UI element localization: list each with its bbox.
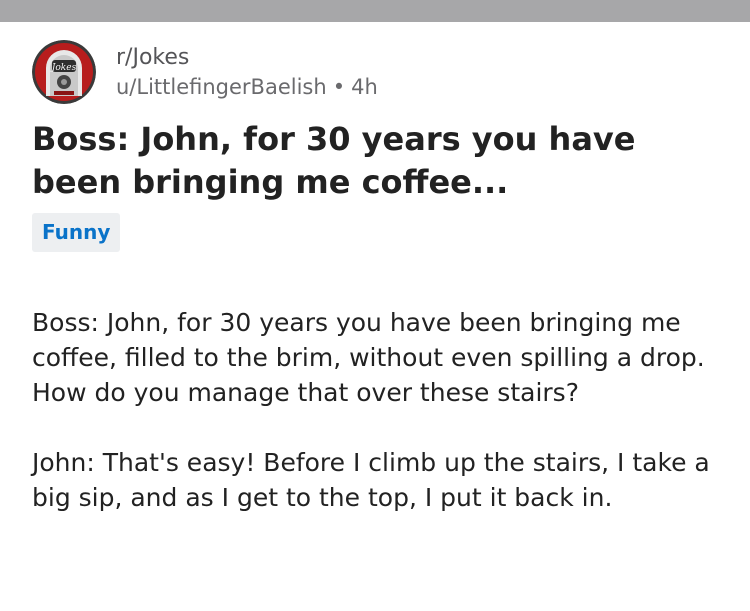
author-link[interactable]: u/LittlefingerBaelish [116,75,327,99]
post-title: Boss: John, for 30 years you have been b… [32,120,636,201]
post-age: 4h [351,75,378,99]
jokes-jukebox-icon: Jokes [32,40,96,104]
flair-badge[interactable]: Funny [32,213,121,252]
status-bar [0,0,750,22]
post-header: Jokes r/Jokes u/LittlefingerBaelish • 4h [32,40,378,104]
body-paragraph: Boss: John, for 30 years you have been b… [32,308,705,407]
post-byline: u/LittlefingerBaelish • 4h [116,73,378,101]
body-paragraph: John: That's easy! Before I climb up the… [32,448,710,512]
subreddit-avatar[interactable]: Jokes [32,40,96,104]
post-body: Boss: John, for 30 years you have been b… [32,305,722,515]
subreddit-link[interactable]: r/Jokes [116,43,378,73]
svg-text:Jokes: Jokes [50,63,77,73]
separator-dot: • [332,75,346,99]
